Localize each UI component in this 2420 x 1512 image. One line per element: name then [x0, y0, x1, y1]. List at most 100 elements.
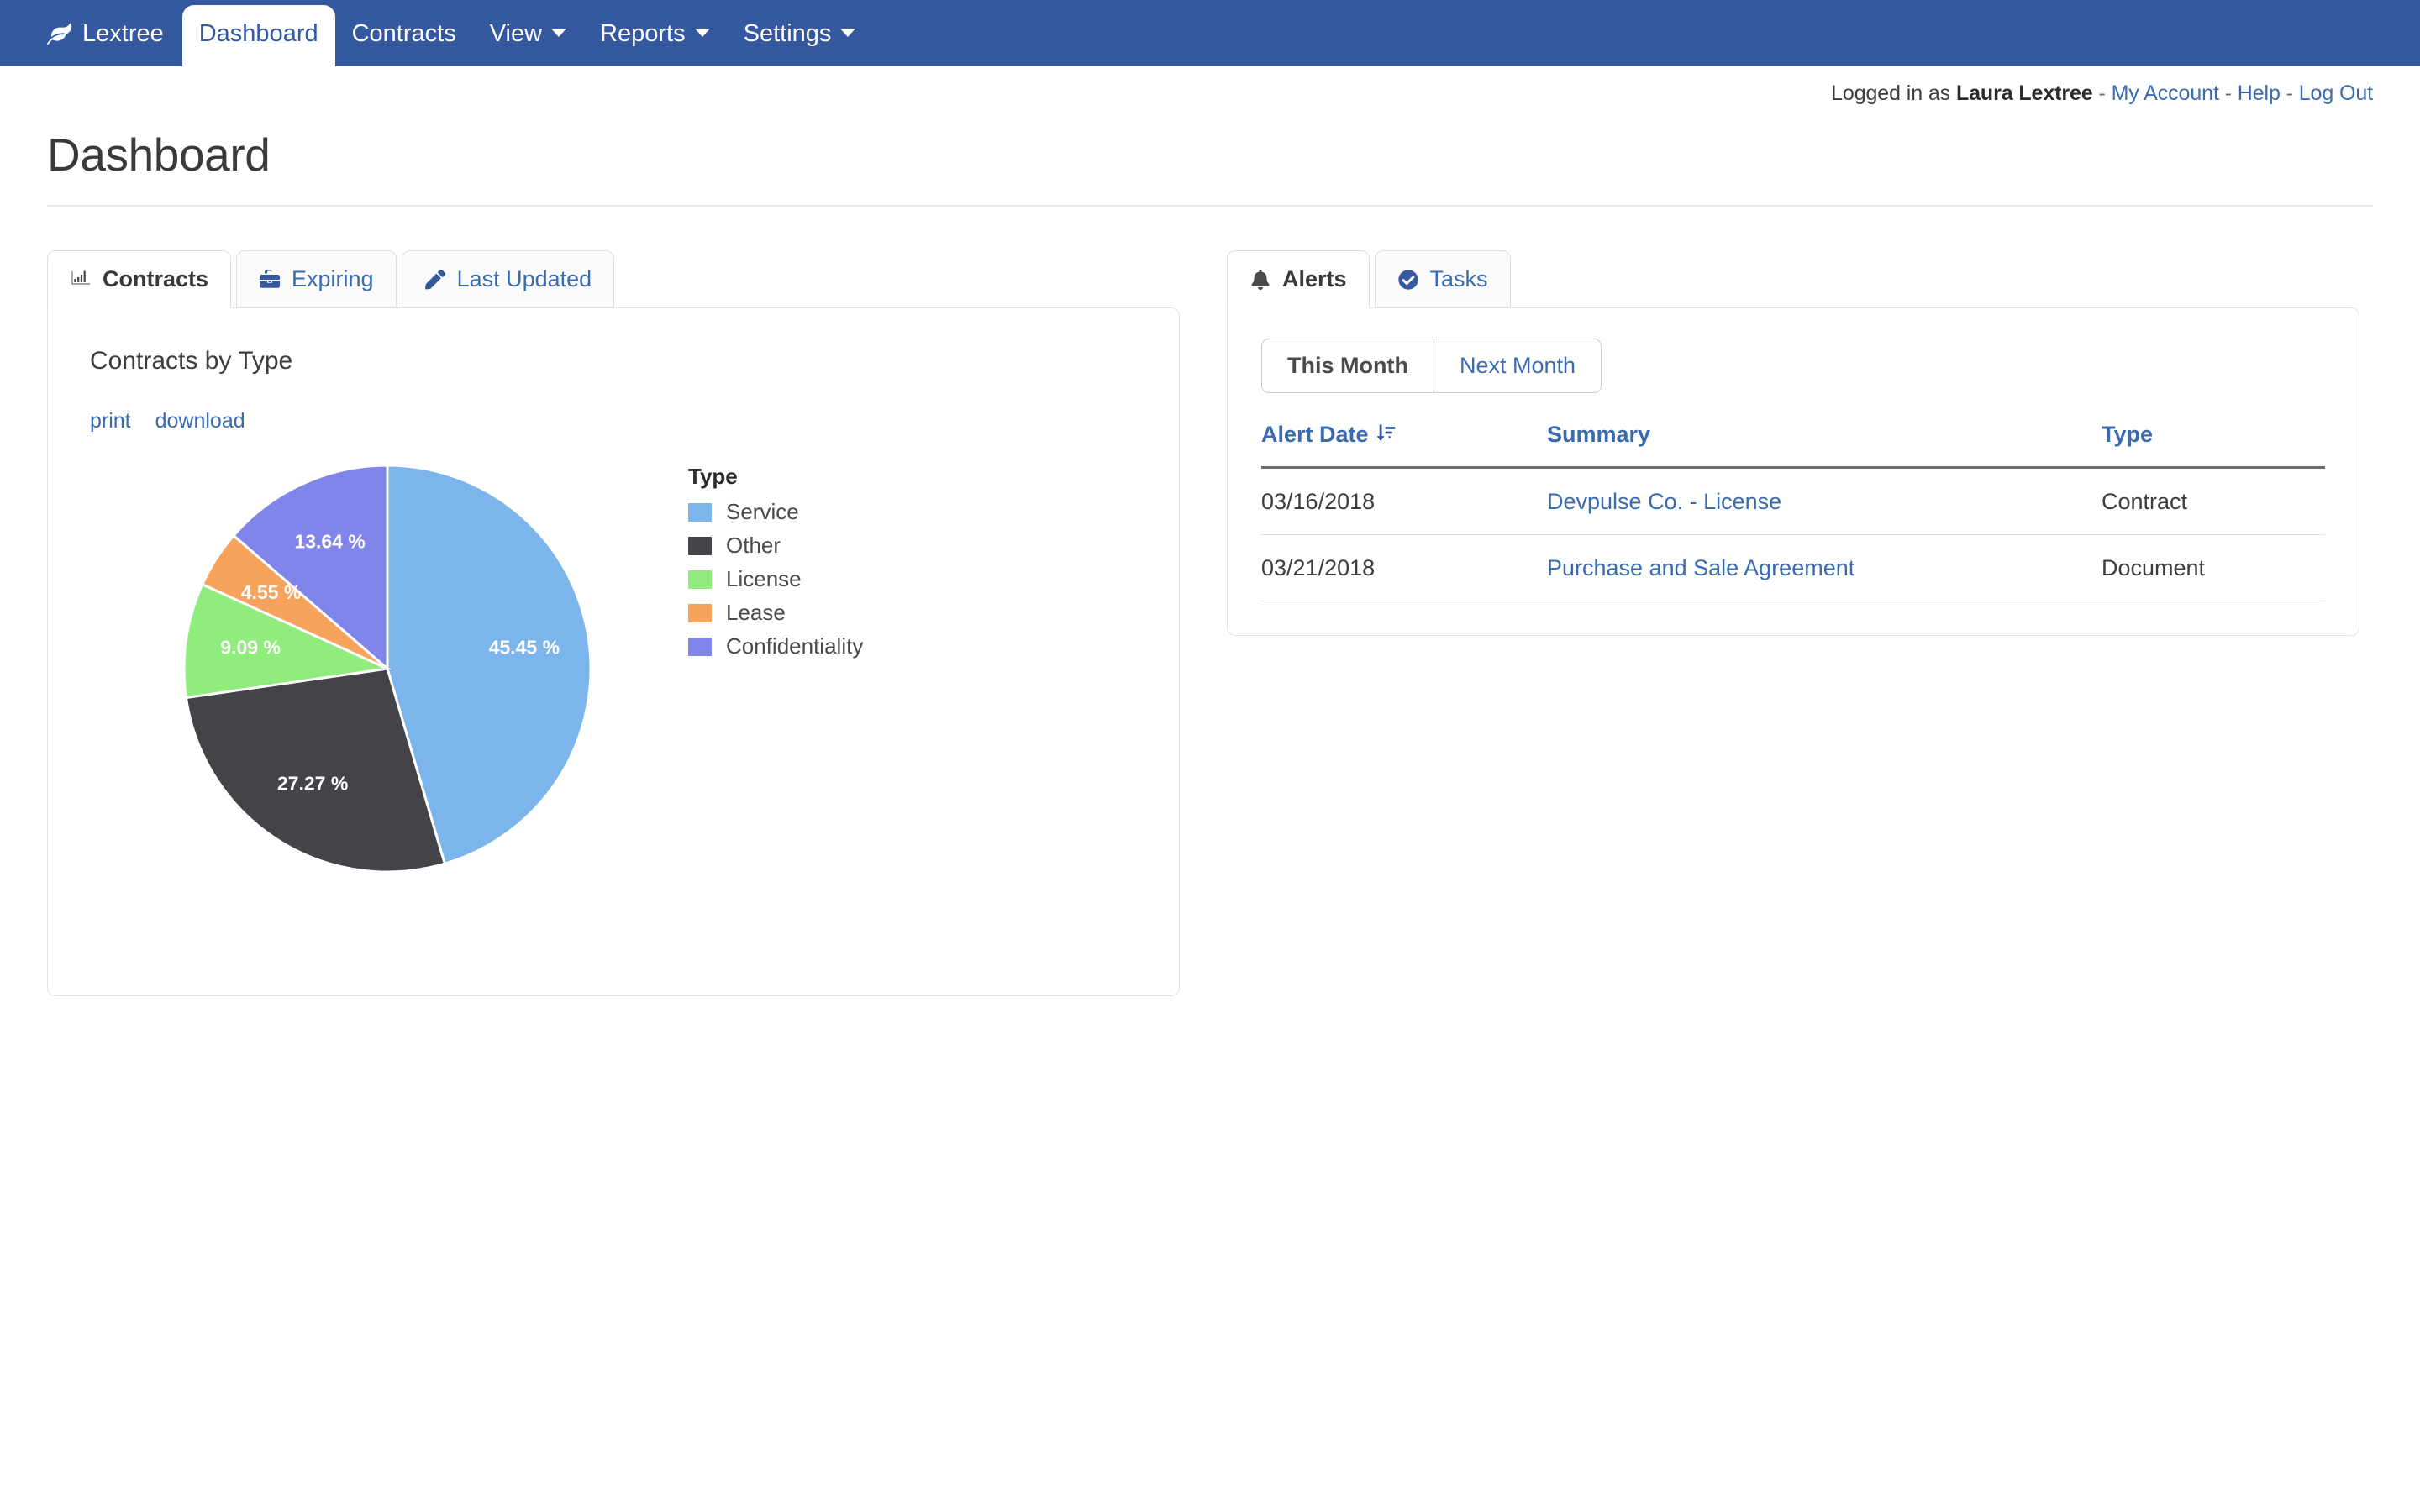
alerts-table-body: 03/16/2018Devpulse Co. - License Contract… — [1261, 468, 2325, 601]
contracts-tab-list: Contracts Expiring Last Updated — [47, 250, 1180, 307]
pie-chart-svg: 45.45 % 27.27 % 9.09 % 4.55 % 13.64 % — [182, 464, 592, 874]
pie-slice-label: 45.45 % — [489, 637, 560, 659]
legend-title: Type — [688, 464, 863, 490]
alerts-table-head: Alert Date Summary — [1261, 422, 2325, 468]
nav-item-view[interactable]: View — [473, 20, 583, 66]
alerts-panel: Alerts Tasks This Month Next Month — [1227, 250, 2360, 636]
alerts-table: Alert Date Summary — [1261, 422, 2325, 601]
chart-legend: Type Service Other License Lease Confidentia… — [688, 464, 863, 667]
cell-summary: Devpulse Co. - License — [1547, 468, 2102, 535]
column-header-label: Summary — [1547, 422, 1650, 448]
log-out-link[interactable]: Log Out — [2299, 81, 2373, 105]
legend-label: License — [726, 566, 802, 592]
nav-item-dashboard[interactable]: Dashboard — [182, 5, 335, 66]
nav-items: Dashboard Contracts View Reports Setting… — [182, 5, 873, 66]
top-navbar: Lextree Dashboard Contracts View Reports… — [0, 0, 2420, 66]
brand-name: Lextree — [82, 20, 164, 48]
legend-swatch — [688, 570, 712, 589]
pie-slice-label: 9.09 % — [220, 637, 281, 659]
legend-label: Lease — [726, 600, 786, 626]
separator: - — [2286, 81, 2293, 105]
legend-label: Service — [726, 499, 799, 525]
this-month-button[interactable]: This Month — [1261, 339, 1434, 393]
page-header: Dashboard — [0, 106, 2420, 205]
bell-icon — [1249, 269, 1271, 291]
check-circle-icon — [1397, 269, 1419, 291]
nav-item-settings[interactable]: Settings — [727, 20, 873, 66]
nav-item-contracts[interactable]: Contracts — [335, 20, 473, 66]
tab-last-updated[interactable]: Last Updated — [402, 250, 615, 307]
chart-actions: print download — [48, 375, 1179, 433]
sort-amount-down-icon — [1377, 422, 1396, 448]
separator: - — [2098, 81, 2105, 105]
tab-label: Contracts — [103, 266, 208, 292]
legend-item[interactable]: Other — [688, 533, 863, 559]
separator: - — [2225, 81, 2232, 105]
chevron-down-icon — [695, 29, 710, 37]
legend-swatch — [688, 638, 712, 656]
alerts-card: This Month Next Month Alert Date — [1227, 307, 2360, 636]
tab-expiring[interactable]: Expiring — [236, 250, 397, 307]
nav-item-reports[interactable]: Reports — [583, 20, 727, 66]
cell-summary: Purchase and Sale Agreement — [1547, 535, 2102, 601]
main-content: Contracts Expiring Last Updated — [0, 207, 2420, 996]
legend-label: Other — [726, 533, 781, 559]
tab-label: Expiring — [292, 266, 374, 292]
brand-logo[interactable]: Lextree — [47, 20, 182, 66]
pie-slice-label: 13.64 % — [294, 530, 365, 552]
tab-alerts[interactable]: Alerts — [1227, 250, 1370, 308]
print-link[interactable]: print — [90, 409, 131, 433]
legend-swatch — [688, 537, 712, 555]
summary-link[interactable]: Purchase and Sale Agreement — [1547, 555, 1854, 580]
user-session-bar: Logged in as Laura Lextree - My Account … — [0, 66, 2420, 106]
nav-item-label: Settings — [744, 20, 832, 48]
logged-in-label: Logged in as — [1831, 81, 1950, 105]
table-row: 03/16/2018Devpulse Co. - License Contract — [1261, 468, 2325, 535]
download-link[interactable]: download — [155, 409, 245, 433]
help-link[interactable]: Help — [2238, 81, 2281, 105]
cell-alert-date: 03/16/2018 — [1261, 468, 1547, 535]
legend-item[interactable]: Lease — [688, 600, 863, 626]
cell-alert-date: 03/21/2018 — [1261, 535, 1547, 601]
tab-contracts[interactable]: Contracts — [47, 250, 231, 308]
legend-swatch — [688, 503, 712, 522]
period-button-group: This Month Next Month — [1261, 339, 1602, 393]
cell-type: Contract — [2102, 468, 2325, 535]
pie-slice-label: 27.27 % — [277, 773, 348, 795]
column-header-summary[interactable]: Summary — [1547, 422, 2102, 468]
tab-label: Alerts — [1282, 266, 1347, 292]
summary-link[interactable]: Devpulse Co. - License — [1547, 489, 1781, 514]
legend-item[interactable]: Confidentiality — [688, 633, 863, 659]
pie-chart-graphic: 45.45 % 27.27 % 9.09 % 4.55 % 13.64 % — [182, 464, 592, 874]
tab-tasks[interactable]: Tasks — [1375, 250, 1511, 307]
column-header-alert-date[interactable]: Alert Date — [1261, 422, 1547, 468]
column-header-label: Alert Date — [1261, 422, 1369, 448]
nav-item-label: Dashboard — [199, 20, 318, 48]
nav-item-label: Contracts — [352, 20, 456, 48]
contracts-chart-card: Contracts by Type print download 45.45 %… — [47, 307, 1180, 996]
alerts-tab-list: Alerts Tasks — [1227, 250, 2360, 307]
my-account-link[interactable]: My Account — [2112, 81, 2219, 105]
chart-heading: Contracts by Type — [48, 337, 1179, 375]
cell-type: Document — [2102, 535, 2325, 601]
legend-rows: Service Other License Lease Confidentiality — [688, 499, 863, 659]
pie-slice-label: 4.55 % — [241, 581, 302, 603]
nav-item-label: View — [490, 20, 542, 48]
nav-item-label: Reports — [600, 20, 686, 48]
tab-label: Last Updated — [457, 266, 592, 292]
column-header-type[interactable]: Type — [2102, 422, 2325, 468]
leaf-icon — [47, 22, 72, 47]
legend-item[interactable]: Service — [688, 499, 863, 525]
next-month-button[interactable]: Next Month — [1434, 339, 1602, 393]
chevron-down-icon — [551, 29, 566, 37]
briefcase-icon — [259, 269, 281, 291]
legend-label: Confidentiality — [726, 633, 863, 659]
legend-swatch — [688, 604, 712, 622]
logged-in-user-name: Laura Lextree — [1956, 81, 2093, 105]
column-header-label: Type — [2102, 422, 2153, 448]
table-row: 03/21/2018Purchase and Sale Agreement Doc… — [1261, 535, 2325, 601]
bar-chart-icon — [70, 269, 92, 291]
pencil-icon — [424, 269, 446, 291]
pie-chart: 45.45 % 27.27 % 9.09 % 4.55 % 13.64 % Type S… — [48, 455, 1179, 926]
legend-item[interactable]: License — [688, 566, 863, 592]
